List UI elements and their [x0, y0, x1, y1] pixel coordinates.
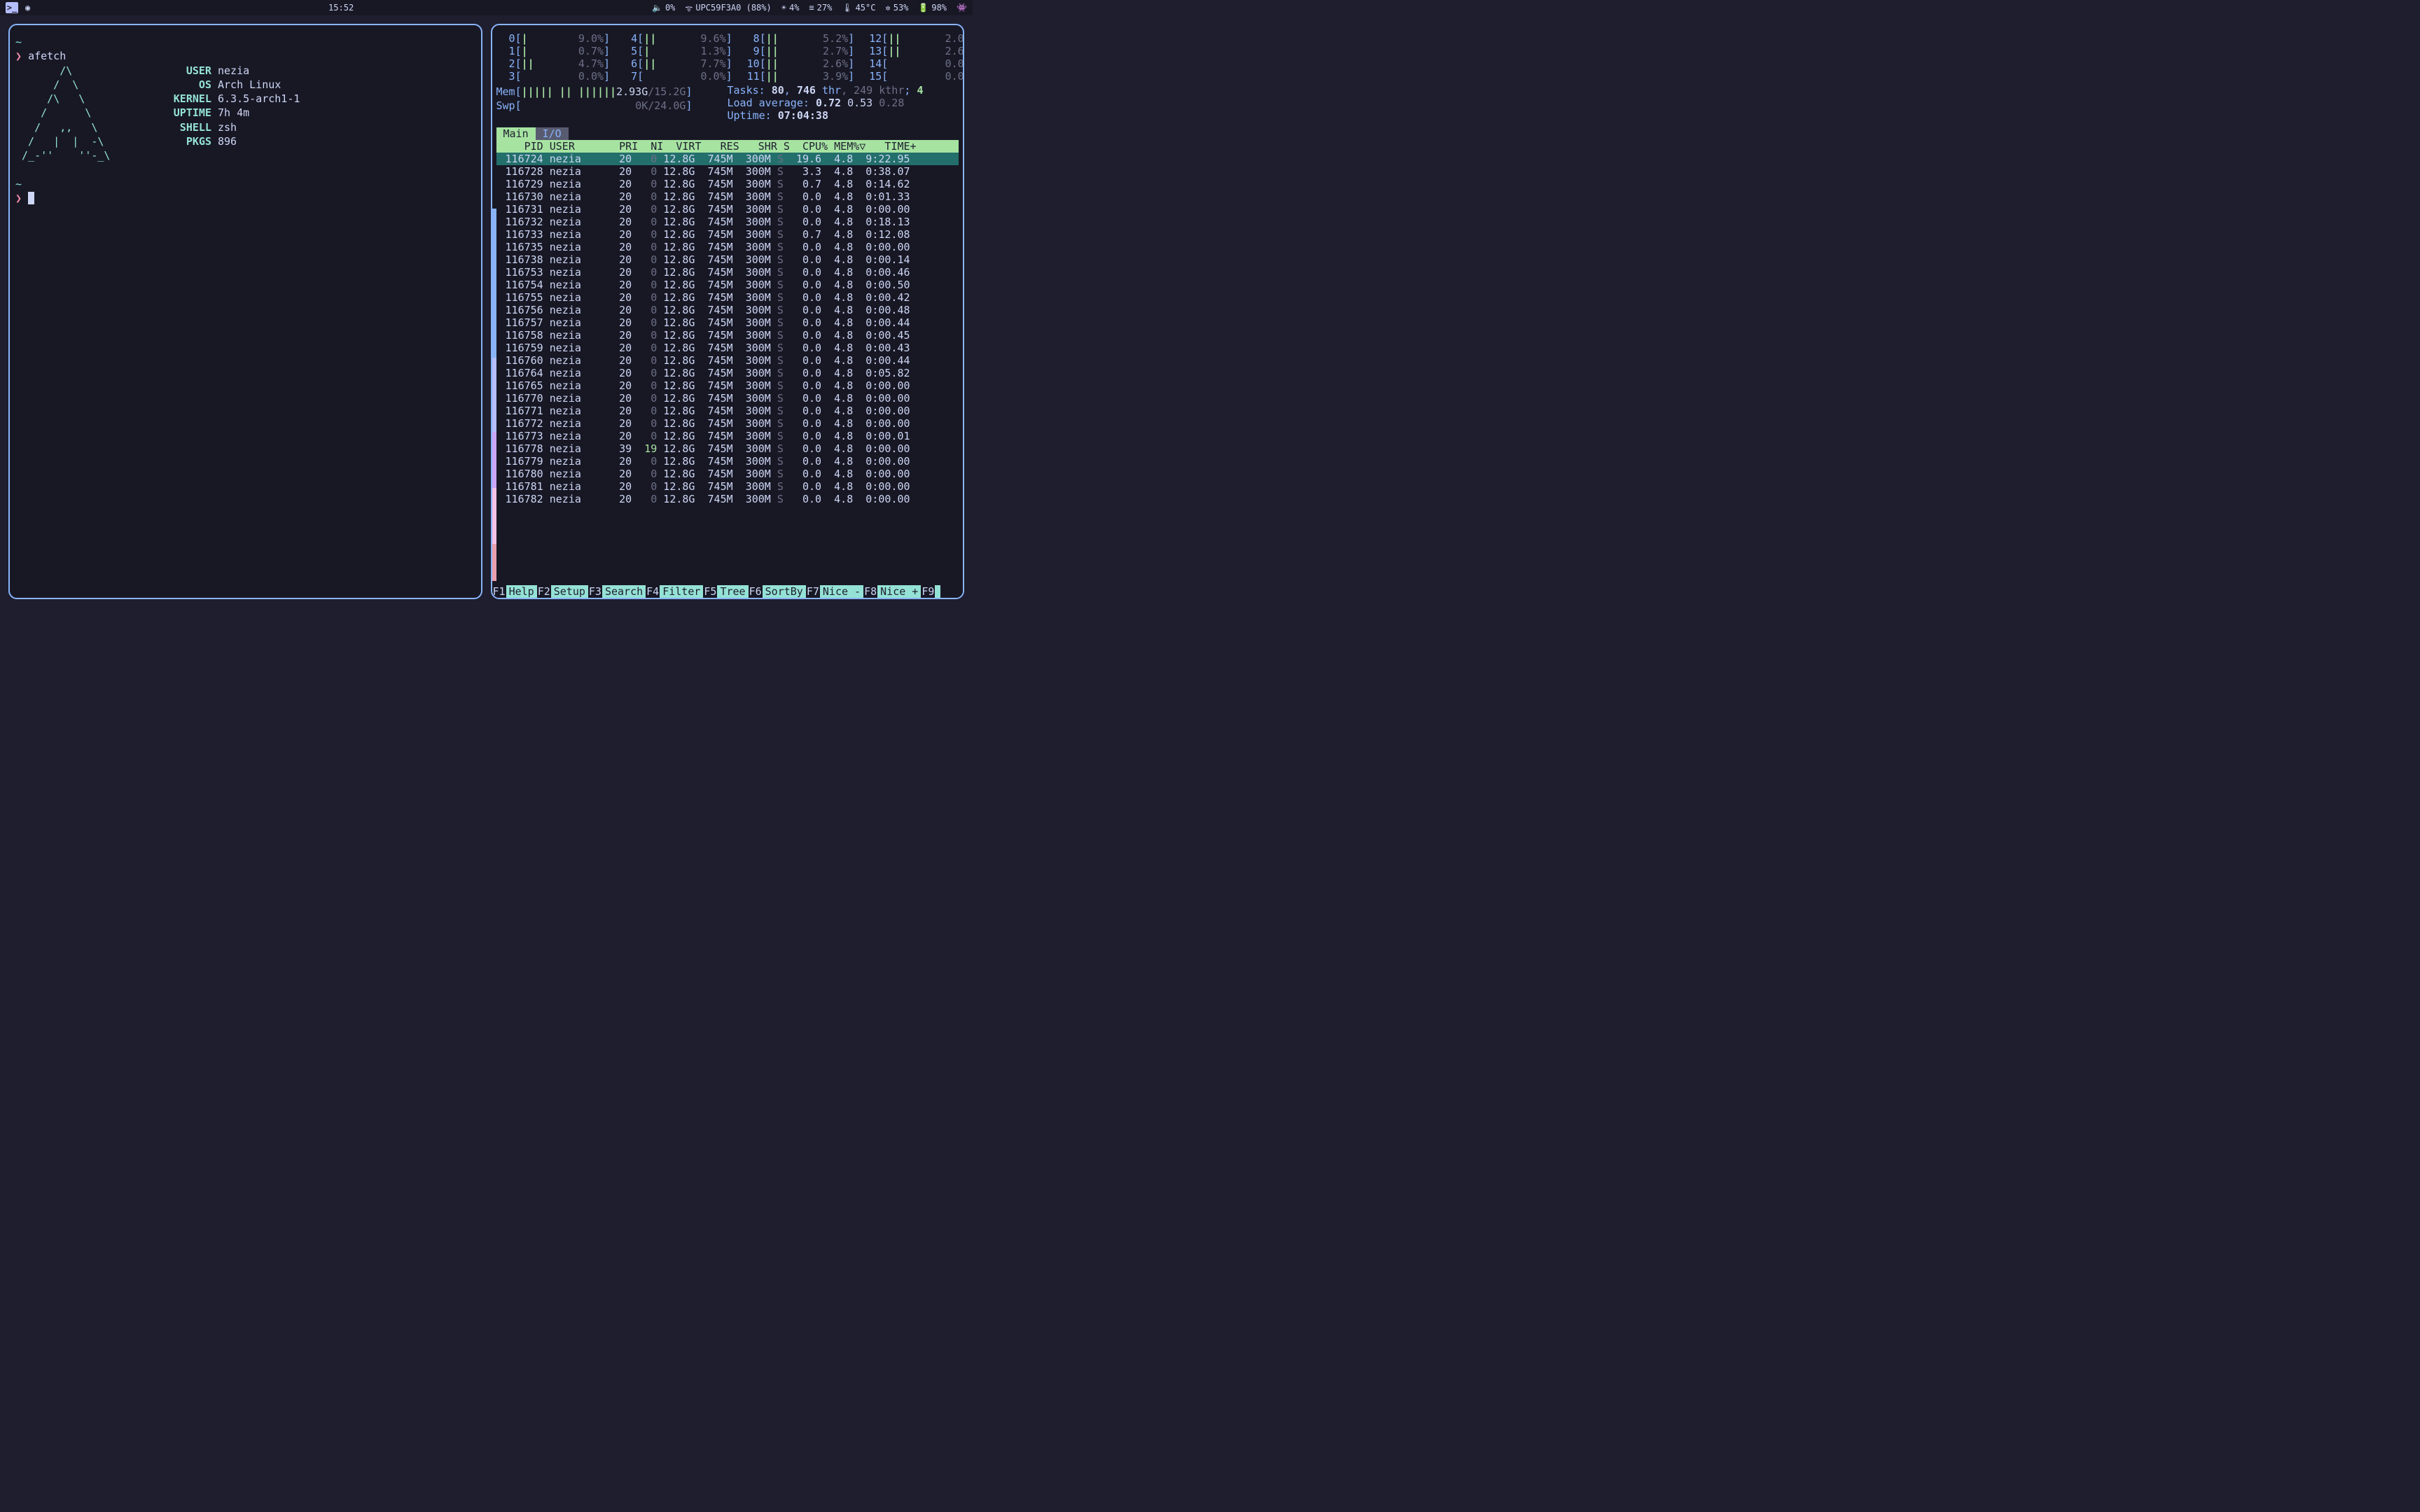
htop-process-row[interactable]: 116755 nezia 20 0 12.8G 745M 300M S 0.0 …	[496, 291, 959, 304]
htop-mem-meter: Mem[||||| || ||||||2.93G/15.2G]	[496, 85, 714, 98]
htop-fn-f6[interactable]: F6SortBy	[749, 585, 806, 598]
htop-process-row[interactable]: 116730 nezia 20 0 12.8G 745M 300M S 0.0 …	[496, 190, 959, 203]
htop-process-row[interactable]: 116765 nezia 20 0 12.8G 745M 300M S 0.0 …	[496, 379, 959, 392]
htop-fn-f7[interactable]: F7Nice -	[806, 585, 863, 598]
workspace-dot-icon[interactable]: ◉	[25, 3, 30, 13]
battery-icon: 🔋	[918, 3, 929, 13]
workspace-terminal-icon[interactable]: >_	[6, 2, 18, 13]
temp-icon: 🌡	[842, 3, 852, 13]
wifi-icon: ᯤ	[685, 2, 693, 14]
htop-process-row[interactable]: 116735 nezia 20 0 12.8G 745M 300M S 0.0 …	[496, 241, 959, 253]
htop-process-row[interactable]: 116773 nezia 20 0 12.8G 745M 300M S 0.0 …	[496, 430, 959, 442]
htop-process-row[interactable]: 116756 nezia 20 0 12.8G 745M 300M S 0.0 …	[496, 304, 959, 316]
terminal-pane-htop[interactable]: 0[| 9.0%] 4[|| 9.6%] 8[|| 5.2%] 12[|| 2.…	[491, 24, 965, 599]
temp-val: 45°C	[856, 3, 876, 13]
htop-process-row[interactable]: 116731 nezia 20 0 12.8G 745M 300M S 0.0 …	[496, 203, 959, 216]
htop-tab-io[interactable]: I/O	[536, 127, 569, 140]
htop-fn-f3[interactable]: F3Search	[588, 585, 646, 598]
terminal-pane-afetch[interactable]: ~ ❯ afetch /\ USER nezia / \ OS Arch Lin…	[8, 24, 482, 599]
htop-fn-f4[interactable]: F4Filter	[646, 585, 703, 598]
htop-process-row[interactable]: 116729 nezia 20 0 12.8G 745M 300M S 0.7 …	[496, 178, 959, 190]
volume-icon: 🔈	[652, 3, 662, 13]
htop-process-row[interactable]: 116733 nezia 20 0 12.8G 745M 300M S 0.7 …	[496, 228, 959, 241]
discord-tray-icon[interactable]: 👾	[957, 3, 967, 13]
brightness-pct: 4%	[789, 3, 799, 13]
htop-process-row[interactable]: 116780 nezia 20 0 12.8G 745M 300M S 0.0 …	[496, 468, 959, 480]
htop-load-average: Load average: 0.72 0.53 0.28	[728, 97, 959, 109]
htop-scroll-indicator	[492, 209, 496, 581]
tray-brightness[interactable]: ☀ 4%	[781, 3, 800, 13]
tray-battery[interactable]: 🔋 98%	[918, 3, 947, 13]
htop-process-row[interactable]: 116770 nezia 20 0 12.8G 745M 300M S 0.0 …	[496, 392, 959, 405]
htop-uptime: Uptime: 07:04:38	[728, 109, 959, 122]
disk-icon: ≡	[809, 3, 814, 13]
htop-fn-f2[interactable]: F2Setup	[537, 585, 588, 598]
htop-process-row[interactable]: 116760 nezia 20 0 12.8G 745M 300M S 0.0 …	[496, 354, 959, 367]
htop-tab-main[interactable]: Main	[496, 127, 536, 140]
htop-process-row[interactable]: 116724 nezia 20 0 12.8G 745M 300M S 19.6…	[496, 153, 959, 165]
topbar: >_ ◉ 15:52 🔈 0% ᯤ UPC59F3A0 (88%) ☀ 4% ≡…	[0, 0, 973, 15]
fan-icon: ✲	[885, 3, 890, 13]
volume-pct: 0%	[665, 3, 675, 13]
disk-pct: 27%	[817, 3, 833, 13]
htop-cpu-meters: 0[| 9.0%] 4[|| 9.6%] 8[|| 5.2%] 12[|| 2.…	[496, 32, 959, 83]
brightness-icon: ☀	[781, 3, 786, 13]
htop-tabs: MainI/O	[496, 127, 959, 140]
htop-process-row[interactable]: 116764 nezia 20 0 12.8G 745M 300M S 0.0 …	[496, 367, 959, 379]
htop-process-row[interactable]: 116779 nezia 20 0 12.8G 745M 300M S 0.0 …	[496, 455, 959, 468]
htop-fn-f1[interactable]: F1Help	[492, 585, 537, 598]
htop-process-row[interactable]: 116782 nezia 20 0 12.8G 745M 300M S 0.0 …	[496, 493, 959, 505]
tray-disk[interactable]: ≡ 27%	[809, 3, 832, 13]
htop-process-row[interactable]: 116759 nezia 20 0 12.8G 745M 300M S 0.0 …	[496, 342, 959, 354]
battery-pct: 98%	[931, 3, 947, 13]
htop-process-row[interactable]: 116757 nezia 20 0 12.8G 745M 300M S 0.0 …	[496, 316, 959, 329]
htop-process-row[interactable]: 116728 nezia 20 0 12.8G 745M 300M S 3.3 …	[496, 165, 959, 178]
htop-process-row[interactable]: 116772 nezia 20 0 12.8G 745M 300M S 0.0 …	[496, 417, 959, 430]
htop-process-row[interactable]: 116754 nezia 20 0 12.8G 745M 300M S 0.0 …	[496, 279, 959, 291]
htop-process-row[interactable]: 116771 nezia 20 0 12.8G 745M 300M S 0.0 …	[496, 405, 959, 417]
htop-process-row[interactable]: 116758 nezia 20 0 12.8G 745M 300M S 0.0 …	[496, 329, 959, 342]
htop-fn-f8[interactable]: F8Nice +	[863, 585, 921, 598]
htop-process-row[interactable]: 116778 nezia 39 19 12.8G 745M 300M S 0.0…	[496, 442, 959, 455]
tray-temp[interactable]: 🌡 45°C	[842, 3, 875, 13]
afetch-output: ~ ❯ afetch /\ USER nezia / \ OS Arch Lin…	[10, 25, 481, 215]
htop-swap-meter: Swp[ 0K/24.0G]	[496, 99, 714, 112]
tray-volume[interactable]: 🔈 0%	[652, 3, 675, 13]
tray-fan[interactable]: ✲ 53%	[885, 3, 908, 13]
fan-pct: 53%	[893, 3, 909, 13]
htop-tasks: Tasks: 80, 746 thr, 249 kthr; 4	[728, 84, 959, 97]
htop-process-row[interactable]: 116781 nezia 20 0 12.8G 745M 300M S 0.0 …	[496, 480, 959, 493]
htop-fn-f9[interactable]: F9	[921, 585, 940, 598]
tray-wifi[interactable]: ᯤ UPC59F3A0 (88%)	[685, 2, 771, 14]
htop-fn-f5[interactable]: F5Tree	[703, 585, 748, 598]
htop-process-row[interactable]: 116738 nezia 20 0 12.8G 745M 300M S 0.0 …	[496, 253, 959, 266]
clock: 15:52	[328, 3, 354, 13]
htop-process-row[interactable]: 116753 nezia 20 0 12.8G 745M 300M S 0.0 …	[496, 266, 959, 279]
wifi-label: UPC59F3A0 (88%)	[695, 3, 771, 13]
htop-process-row[interactable]: 116732 nezia 20 0 12.8G 745M 300M S 0.0 …	[496, 216, 959, 228]
htop-function-bar: F1Help F2Setup F3SearchF4FilterF5Tree F6…	[492, 585, 964, 598]
htop-process-list[interactable]: 116724 nezia 20 0 12.8G 745M 300M S 19.6…	[496, 153, 959, 505]
htop-table-header[interactable]: PID USER PRI NI VIRT RES SHR S CPU% MEM%…	[496, 140, 959, 153]
